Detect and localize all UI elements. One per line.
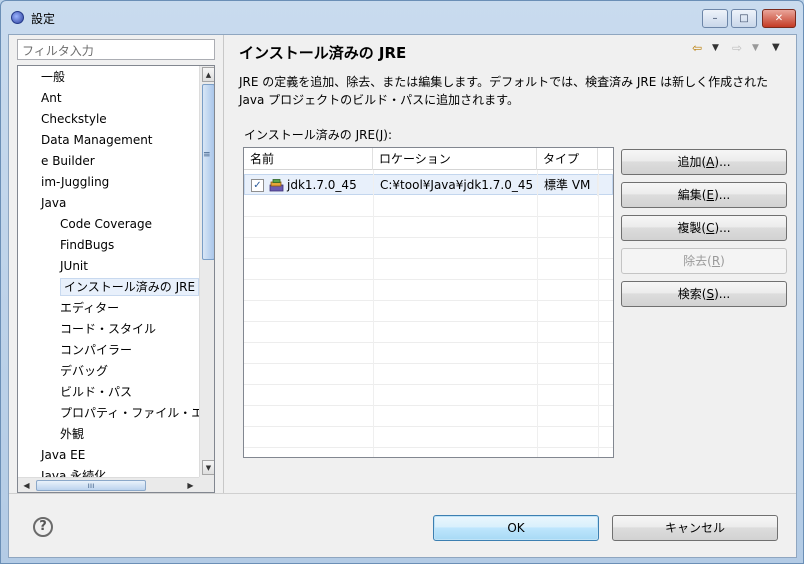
tree-item[interactable]: Ant (18, 88, 62, 108)
tree-item-label: ビルド・パス (60, 385, 133, 399)
jre-type: 標準 VM (538, 175, 598, 196)
jre-location: C:¥tool¥Java¥jdk1.7.0_45 (374, 175, 538, 196)
tree-item-label: Java (41, 196, 67, 210)
hscroll-thumb[interactable]: ııı (36, 480, 146, 491)
empty-table-row (244, 280, 613, 301)
empty-table-row (244, 406, 613, 427)
tree-item[interactable]: Java EE (18, 445, 85, 465)
scroll-thumb[interactable] (202, 84, 214, 260)
tree-item[interactable]: 外観 (18, 424, 84, 444)
tree-item-label: im-Juggling (41, 175, 110, 189)
help-icon[interactable]: ? (33, 517, 53, 537)
tree-item-label: Data Management (41, 133, 153, 147)
empty-table-row (244, 238, 613, 259)
tree-item[interactable]: エディター (18, 298, 119, 318)
tree-vertical-scrollbar[interactable]: ▲ ≡ ▼ (199, 66, 214, 477)
back-arrow-icon[interactable]: ⇦ (692, 41, 702, 55)
tree-item-label: エディター (60, 301, 120, 315)
cancel-button[interactable]: キャンセル (612, 515, 778, 541)
column-header-location[interactable]: ロケーション (373, 148, 537, 170)
tree-item-label: Ant (41, 91, 62, 105)
row-checkbox[interactable]: ✓ (251, 179, 264, 192)
view-menu-icon[interactable]: ▼ (772, 42, 780, 53)
tree-item-label: コンパイラー (60, 343, 133, 357)
empty-table-row (244, 322, 613, 343)
scroll-down-icon[interactable]: ▼ (202, 460, 214, 475)
tree-item-label: 一般 (41, 70, 66, 84)
close-button[interactable]: ✕ (762, 9, 796, 28)
page-title: インストール済みの JRE (239, 44, 407, 62)
tree-item-label: Code Coverage (60, 217, 153, 231)
empty-table-row (244, 259, 613, 280)
tree-item[interactable]: ビルド・パス (18, 382, 132, 402)
tree-item[interactable]: コンパイラー (18, 340, 132, 360)
preferences-tree: 一般 Ant Checkstyle Data Management e Builder i… (17, 65, 215, 493)
page-description: JRE の定義を追加、除去、または編集します。デフォルトでは、検査済み JRE … (239, 75, 769, 107)
scroll-left-icon[interactable]: ◀ (19, 478, 34, 492)
preferences-window: 設定 – □ ✕ フィルタ入力 一般 Ant Checkstyle Data Mana… (0, 0, 804, 564)
column-header-type[interactable]: タイプ (537, 148, 598, 170)
ok-button[interactable]: OK (433, 515, 599, 541)
tree-item-label: プロパティ・ファイル・エ (60, 406, 204, 420)
tree-item-label: インストール済みの JRE (60, 278, 200, 296)
tree-item-label: デバッグ (60, 364, 109, 378)
installed-jre-label: インストール済みの JRE(J): (244, 128, 392, 142)
tree-item[interactable]: インストール済みの JRE (18, 277, 200, 297)
grip-icon: ≡ (203, 150, 211, 160)
edit-button[interactable]: 編集(E)... (621, 182, 787, 208)
tree-item-label: JUnit (60, 259, 88, 273)
minimize-button[interactable]: – (702, 9, 728, 28)
panel-splitter[interactable] (223, 35, 224, 493)
maximize-button[interactable]: □ (731, 9, 757, 28)
column-header-name[interactable]: 名前 (244, 148, 373, 170)
table-header: 名前 ロケーション タイプ (244, 148, 613, 170)
copy-button[interactable]: 複製(C)... (621, 215, 787, 241)
forward-arrow-icon[interactable]: ⇨ (732, 41, 742, 55)
filter-input[interactable]: フィルタ入力 (17, 39, 215, 60)
tree-item[interactable]: Java (18, 193, 66, 213)
tree-item[interactable]: JUnit (18, 256, 88, 276)
search-button[interactable]: 検索(S)... (621, 281, 787, 307)
dialog-body: フィルタ入力 一般 Ant Checkstyle Data Management e B… (8, 34, 797, 558)
tree-item-label: e Builder (41, 154, 95, 168)
title-bar[interactable]: 設定 – □ ✕ (1, 1, 803, 31)
tree-item[interactable]: コード・スタイル (18, 319, 156, 339)
tree-item-label: 外観 (60, 427, 85, 441)
forward-menu-chevron-down-icon[interactable]: ▼ (752, 43, 759, 53)
remove-button[interactable]: 除去(R) (621, 248, 787, 274)
tree-item-label: Checkstyle (41, 112, 107, 126)
tree-item[interactable]: デバッグ (18, 361, 108, 381)
table-row[interactable]: ✓ jdk1.7.0_45 C:¥tool¥Java¥jdk1.7.0_45 標… (244, 174, 613, 196)
tree-item[interactable]: プロパティ・ファイル・エ (18, 403, 203, 423)
empty-table-row (244, 364, 613, 385)
tree-horizontal-scrollbar[interactable]: ◀ ııı ▶ (18, 477, 199, 492)
empty-table-row (244, 196, 613, 217)
tree-item[interactable]: Code Coverage (18, 214, 152, 234)
tree-item-label: FindBugs (60, 238, 115, 252)
empty-table-row (244, 301, 613, 322)
scroll-right-icon[interactable]: ▶ (183, 478, 198, 492)
tree-item[interactable]: Data Management (18, 130, 153, 150)
jre-table: 名前 ロケーション タイプ ✓ jdk1.7.0_45 C:¥tool¥Java… (243, 147, 614, 458)
tree-item[interactable]: e Builder (18, 151, 95, 171)
add-button[interactable]: 追加(A)... (621, 149, 787, 175)
tree-item[interactable]: Checkstyle (18, 109, 107, 129)
empty-table-row (244, 217, 613, 238)
eclipse-app-icon (11, 11, 24, 24)
tree-item-label: Java EE (41, 448, 86, 462)
jre-name: jdk1.7.0_45 (283, 175, 374, 196)
tree-item[interactable]: FindBugs (18, 235, 114, 255)
tree-item[interactable]: im-Juggling (18, 172, 109, 192)
tree-item-label: コード・スタイル (60, 322, 157, 336)
back-menu-chevron-down-icon[interactable]: ▼ (712, 43, 719, 53)
empty-table-row (244, 427, 613, 448)
scroll-up-icon[interactable]: ▲ (202, 67, 214, 82)
tree-item[interactable]: 一般 (18, 67, 65, 87)
empty-table-row (244, 385, 613, 406)
empty-table-row (244, 343, 613, 364)
window-title: 設定 (31, 12, 56, 26)
